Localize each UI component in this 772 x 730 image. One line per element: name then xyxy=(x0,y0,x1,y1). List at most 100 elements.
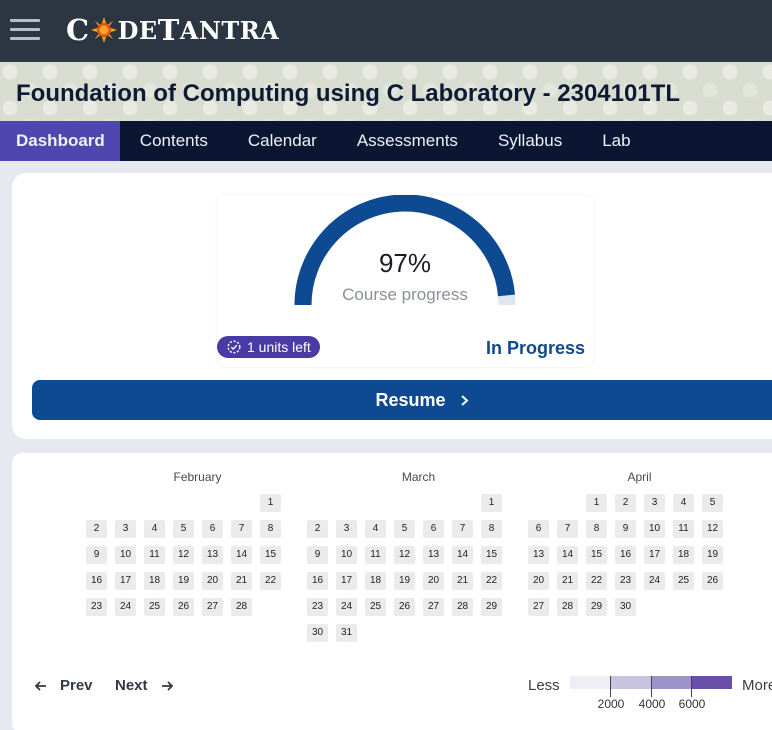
tab-calendar[interactable]: Calendar xyxy=(228,121,337,161)
calendar-day[interactable]: 18 xyxy=(144,572,165,590)
calendar-day[interactable]: 27 xyxy=(528,598,549,616)
calendar-day[interactable]: 30 xyxy=(615,598,636,616)
calendar-day[interactable]: 23 xyxy=(86,598,107,616)
tab-lab[interactable]: Lab xyxy=(582,121,650,161)
calendar-day[interactable]: 3 xyxy=(115,520,136,538)
tab-dashboard[interactable]: Dashboard xyxy=(0,121,120,161)
calendar-day[interactable]: 22 xyxy=(260,572,281,590)
calendar-day[interactable]: 17 xyxy=(115,572,136,590)
hamburger-menu-icon[interactable] xyxy=(10,17,42,43)
calendar-day[interactable]: 7 xyxy=(557,520,578,538)
calendar-day[interactable]: 1 xyxy=(586,494,607,512)
calendar-day[interactable]: 16 xyxy=(307,572,328,590)
calendar-day[interactable]: 19 xyxy=(394,572,415,590)
calendar-day[interactable]: 9 xyxy=(307,546,328,564)
calendar-day[interactable]: 17 xyxy=(336,572,357,590)
calendar-day[interactable]: 11 xyxy=(144,546,165,564)
calendar-day[interactable]: 12 xyxy=(702,520,723,538)
calendar-day[interactable]: 25 xyxy=(365,598,386,616)
prev-button[interactable]: Prev xyxy=(34,677,93,694)
calendar-day[interactable]: 20 xyxy=(202,572,223,590)
calendar-day[interactable]: 10 xyxy=(115,546,136,564)
calendar-day[interactable]: 24 xyxy=(115,598,136,616)
calendar-day[interactable]: 5 xyxy=(394,520,415,538)
calendar-day[interactable]: 11 xyxy=(673,520,694,538)
calendar-day[interactable]: 5 xyxy=(173,520,194,538)
tab-contents[interactable]: Contents xyxy=(120,121,228,161)
calendar-day[interactable]: 29 xyxy=(481,598,502,616)
calendar-day[interactable]: 10 xyxy=(336,546,357,564)
calendar-day[interactable]: 28 xyxy=(452,598,473,616)
calendar-day[interactable]: 14 xyxy=(452,546,473,564)
calendar-day[interactable]: 4 xyxy=(144,520,165,538)
next-button[interactable]: Next xyxy=(115,677,174,694)
calendar-day[interactable]: 1 xyxy=(481,494,502,512)
calendar-day[interactable]: 4 xyxy=(673,494,694,512)
calendar-day[interactable]: 22 xyxy=(481,572,502,590)
calendar-day[interactable]: 15 xyxy=(586,546,607,564)
calendar-day[interactable]: 19 xyxy=(173,572,194,590)
calendar-day[interactable]: 2 xyxy=(86,520,107,538)
calendar-day[interactable]: 12 xyxy=(394,546,415,564)
calendar-day[interactable]: 23 xyxy=(615,572,636,590)
tab-assessments[interactable]: Assessments xyxy=(337,121,478,161)
calendar-day[interactable]: 7 xyxy=(231,520,252,538)
calendar-day[interactable]: 13 xyxy=(528,546,549,564)
calendar-day[interactable]: 15 xyxy=(260,546,281,564)
calendar-day[interactable]: 11 xyxy=(365,546,386,564)
calendar-day[interactable]: 26 xyxy=(702,572,723,590)
calendar-day[interactable]: 9 xyxy=(86,546,107,564)
calendar-day[interactable]: 7 xyxy=(452,520,473,538)
calendar-day[interactable]: 2 xyxy=(307,520,328,538)
calendar-day[interactable]: 1 xyxy=(260,494,281,512)
calendar-day[interactable]: 12 xyxy=(173,546,194,564)
calendar-day[interactable]: 24 xyxy=(644,572,665,590)
calendar-day[interactable]: 25 xyxy=(144,598,165,616)
calendar-day[interactable]: 17 xyxy=(644,546,665,564)
calendar-day[interactable]: 26 xyxy=(394,598,415,616)
calendar-day[interactable]: 3 xyxy=(644,494,665,512)
calendar-day[interactable]: 21 xyxy=(557,572,578,590)
calendar-day[interactable]: 5 xyxy=(702,494,723,512)
calendar-day[interactable]: 31 xyxy=(336,624,357,642)
calendar-day[interactable]: 2 xyxy=(615,494,636,512)
calendar-day[interactable]: 26 xyxy=(173,598,194,616)
calendar-day[interactable]: 6 xyxy=(423,520,444,538)
calendar-day[interactable]: 25 xyxy=(673,572,694,590)
calendar-day[interactable]: 14 xyxy=(557,546,578,564)
calendar-day[interactable]: 28 xyxy=(231,598,252,616)
calendar-day[interactable]: 21 xyxy=(231,572,252,590)
calendar-day[interactable]: 13 xyxy=(202,546,223,564)
resume-button[interactable]: Resume xyxy=(32,380,772,420)
calendar-day[interactable]: 27 xyxy=(202,598,223,616)
calendar-day[interactable]: 20 xyxy=(423,572,444,590)
calendar-day[interactable]: 13 xyxy=(423,546,444,564)
calendar-day[interactable]: 8 xyxy=(481,520,502,538)
calendar-day[interactable]: 19 xyxy=(702,546,723,564)
calendar-day[interactable]: 16 xyxy=(615,546,636,564)
tab-syllabus[interactable]: Syllabus xyxy=(478,121,582,161)
calendar-day[interactable]: 28 xyxy=(557,598,578,616)
calendar-day[interactable]: 21 xyxy=(452,572,473,590)
calendar-day[interactable]: 20 xyxy=(528,572,549,590)
calendar-day[interactable]: 16 xyxy=(86,572,107,590)
calendar-day[interactable]: 6 xyxy=(528,520,549,538)
calendar-day[interactable]: 18 xyxy=(673,546,694,564)
calendar-day[interactable]: 22 xyxy=(586,572,607,590)
calendar-day[interactable]: 9 xyxy=(615,520,636,538)
calendar-day[interactable]: 18 xyxy=(365,572,386,590)
calendar-day[interactable]: 8 xyxy=(586,520,607,538)
calendar-day[interactable]: 8 xyxy=(260,520,281,538)
calendar-day[interactable]: 15 xyxy=(481,546,502,564)
calendar-day[interactable]: 4 xyxy=(365,520,386,538)
calendar-day[interactable]: 23 xyxy=(307,598,328,616)
calendar-day[interactable]: 14 xyxy=(231,546,252,564)
calendar-day[interactable]: 6 xyxy=(202,520,223,538)
calendar-day[interactable]: 3 xyxy=(336,520,357,538)
calendar-day[interactable]: 24 xyxy=(336,598,357,616)
calendar-day[interactable]: 10 xyxy=(644,520,665,538)
calendar-day[interactable]: 29 xyxy=(586,598,607,616)
codetantra-logo[interactable]: C DE T ANTRA xyxy=(66,12,279,48)
calendar-day[interactable]: 27 xyxy=(423,598,444,616)
calendar-day[interactable]: 30 xyxy=(307,624,328,642)
